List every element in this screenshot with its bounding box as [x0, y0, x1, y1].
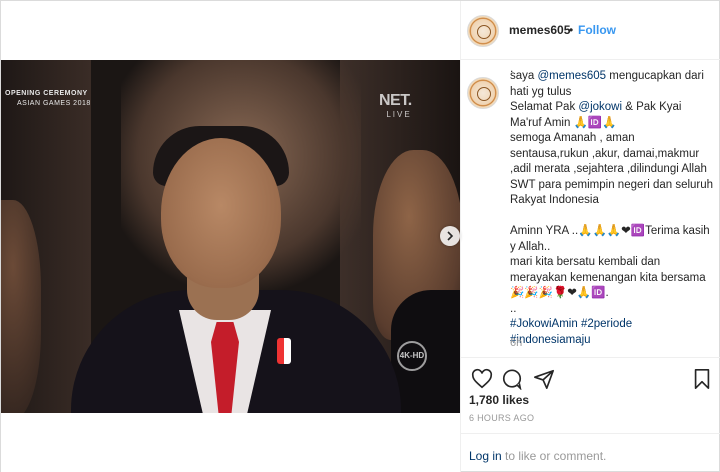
bookmark-icon[interactable] — [691, 368, 713, 390]
net-logo-text: NET. — [379, 92, 412, 109]
post-timestamp: 6 HOURS AGO — [469, 413, 535, 423]
share-icon[interactable] — [533, 368, 555, 390]
broadcast-banner: OPENING CEREMONY ASIAN GAMES 2018 — [5, 90, 143, 114]
video-medal — [277, 338, 291, 364]
like-count[interactable]: 1,780 likes — [469, 393, 529, 407]
instagram-post: OPENING CEREMONY ASIAN GAMES 2018 NET. L… — [0, 0, 720, 472]
comments-area: . saya @memes605 mengucapkan dari hati y… — [461, 61, 716, 361]
author-avatar[interactable] — [467, 15, 499, 47]
author-username[interactable]: memes605 — [509, 23, 570, 37]
next-slide-icon[interactable] — [440, 226, 460, 246]
hashtag-link[interactable]: #JokowiAmin — [510, 318, 578, 330]
banner-line2: ASIAN GAMES 2018 — [17, 100, 91, 107]
login-prompt-text: to like or comment. — [505, 449, 607, 463]
video-player[interactable]: OPENING CEREMONY ASIAN GAMES 2018 NET. L… — [1, 60, 460, 413]
caption-body: semoga Amanah , aman sentausa,rukun ,aku… — [510, 132, 714, 315]
banner-line1: OPENING CEREMONY — [5, 90, 88, 97]
heart-icon[interactable] — [471, 368, 493, 390]
comment-icon[interactable] — [501, 368, 523, 391]
caption-text: Selamat Pak — [510, 101, 579, 113]
hashtag-link[interactable]: #2periode — [581, 318, 632, 330]
hd-watermark: 4K-HD — [397, 341, 427, 371]
mention-link[interactable]: @memes605 — [538, 70, 607, 82]
post-caption: saya @memes605 mengucapkan dari hati yg … — [510, 69, 714, 348]
mention-link[interactable]: @jokowi — [578, 101, 622, 113]
caption-text: saya — [510, 70, 538, 82]
caption-time[interactable]: 6h — [510, 337, 522, 349]
net-tv-logo: NET. LIVE — [379, 92, 412, 122]
caption-avatar[interactable] — [467, 77, 499, 109]
login-link[interactable]: Log in — [469, 449, 502, 463]
comment-footer: Log in to like or comment. — [461, 433, 720, 472]
action-bar — [461, 357, 720, 397]
header-separator: • — [569, 23, 574, 37]
post-media: OPENING CEREMONY ASIAN GAMES 2018 NET. L… — [1, 1, 460, 472]
follow-button[interactable]: Follow — [578, 23, 616, 37]
post-header: memes605 • Follow — [461, 1, 720, 60]
post-sidebar: memes605 • Follow . saya @memes605 mengu… — [460, 1, 720, 472]
video-face — [161, 138, 281, 288]
net-logo-sub: LIVE — [386, 110, 412, 119]
